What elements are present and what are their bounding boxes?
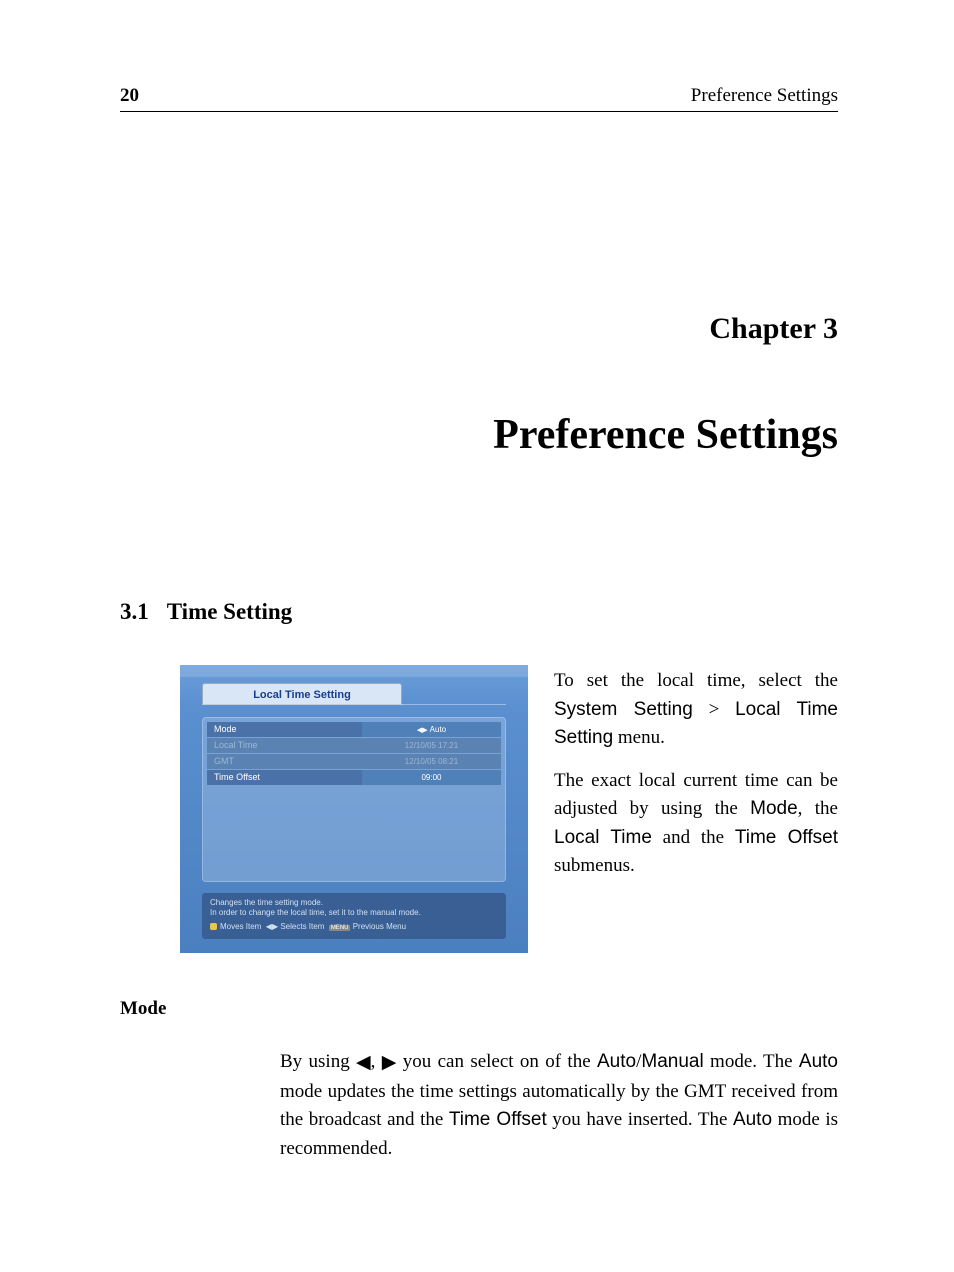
page-number: 20: [120, 85, 139, 107]
row-value: 09:00: [362, 770, 501, 785]
updown-icon: [210, 923, 217, 930]
section-heading: 3.1 Time Setting: [120, 599, 838, 625]
ref-manual: Manual: [641, 1051, 703, 1072]
dialog-hint-bar: Changes the time setting mode. In order …: [202, 893, 506, 939]
nav-hints: Moves Item ◀▶ Selects Item MENU Previous…: [210, 922, 498, 933]
row-label: GMT: [207, 754, 362, 769]
ref-time-offset: Time Off­set: [735, 827, 838, 848]
row-value: 12/10/05 08:21: [362, 754, 501, 769]
ref-auto: Auto: [597, 1051, 636, 1072]
ref-auto-3: Auto: [733, 1109, 772, 1130]
setting-row-time-offset: Time Offset09:00: [207, 770, 501, 785]
left-arrow-icon: ◀: [356, 1049, 371, 1078]
header-title: Preference Settings: [691, 85, 838, 107]
menu-path-system-setting: System Setting: [554, 699, 693, 720]
setting-row-local-time: Local Time12/10/05 17:21: [207, 738, 501, 753]
row-label: Time Offset: [207, 770, 362, 785]
menu-key-icon: MENU: [329, 925, 351, 931]
chapter-label: Chapter 3: [120, 312, 838, 346]
intro-paragraphs: To set the local time, select the System…: [554, 665, 838, 953]
right-arrow-icon: ▶: [382, 1049, 397, 1078]
row-value: 12/10/05 17:21: [362, 738, 501, 753]
section-number: 3.1: [120, 599, 149, 625]
hint-line-2: In order to change the local time, set i…: [210, 908, 498, 919]
setting-row-gmt: GMT12/10/05 08:21: [207, 754, 501, 769]
hint-line-1: Changes the time setting mode.: [210, 898, 498, 909]
ref-time-offset-2: Time Offset: [449, 1109, 547, 1130]
running-header: 20 Preference Settings: [120, 85, 838, 112]
embedded-screenshot: Local Time Setting Mode◀▶AutoLocal Time1…: [180, 665, 528, 953]
row-label: Mode: [207, 722, 362, 737]
row-value: ◀▶Auto: [362, 722, 501, 737]
chapter-title: Preference Settings: [120, 411, 838, 459]
ref-mode: Mode: [750, 798, 798, 819]
leftright-icon: ◀▶: [266, 922, 278, 931]
ref-auto-2: Auto: [799, 1051, 838, 1072]
dialog-title: Local Time Setting: [202, 683, 402, 705]
leftright-arrows-icon: ◀▶: [417, 727, 428, 734]
mode-paragraph: By using ◀, ▶ you can select on of the A…: [280, 1048, 838, 1163]
mode-subheading: Mode: [120, 998, 838, 1020]
row-label: Local Time: [207, 738, 362, 753]
section-title: Time Setting: [167, 599, 292, 624]
setting-row-mode: Mode◀▶Auto: [207, 722, 501, 737]
ref-local-time: Local Time: [554, 827, 652, 848]
